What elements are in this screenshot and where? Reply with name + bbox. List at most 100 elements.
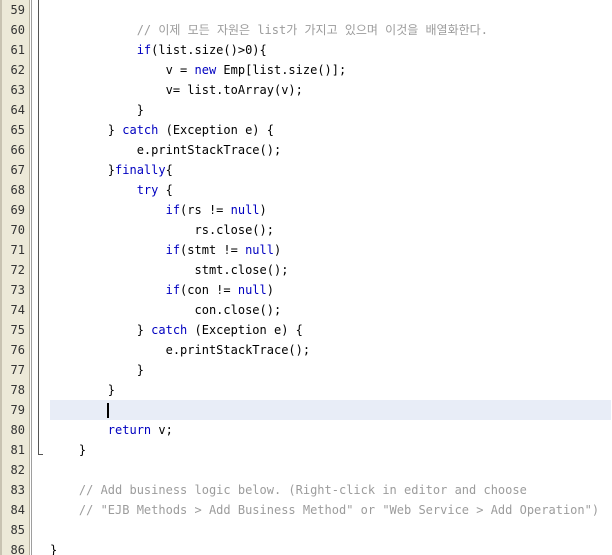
comment-token: // 이제 모든 자원은 list가 가지고 있으며 이것을 배열화한다. bbox=[50, 23, 488, 37]
code-line[interactable]: // 이제 모든 자원은 list가 가지고 있으며 이것을 배열화한다. bbox=[50, 20, 488, 40]
code-line[interactable]: v= list.toArray(v); bbox=[50, 80, 303, 100]
code-token: } bbox=[50, 103, 144, 117]
line-number: 76 bbox=[10, 343, 25, 357]
line-number: 78 bbox=[10, 383, 25, 397]
code-token: v = bbox=[50, 63, 195, 77]
code-token: v; bbox=[151, 423, 173, 437]
code-token: (rs != bbox=[180, 203, 231, 217]
code-token: e.printStackTrace(); bbox=[50, 143, 282, 157]
line-number: 83 bbox=[10, 483, 25, 497]
code-token: (Exception e) { bbox=[187, 323, 303, 337]
line-number: 74 bbox=[10, 303, 25, 317]
keyword-token: if bbox=[165, 283, 181, 297]
code-token: (Exception e) { bbox=[158, 123, 274, 137]
line-number: 63 bbox=[10, 83, 25, 97]
code-text-area[interactable]: // 이제 모든 자원은 list가 가지고 있으며 이것을 배열화한다. if… bbox=[50, 0, 612, 555]
code-token: (stmt != bbox=[180, 243, 246, 257]
line-number: 66 bbox=[10, 143, 25, 157]
keyword-token: return bbox=[107, 423, 152, 437]
code-line[interactable]: }finally{ bbox=[50, 160, 173, 180]
keyword-token: null bbox=[245, 243, 274, 257]
line-number: 85 bbox=[10, 523, 25, 537]
line-number: 80 bbox=[10, 423, 25, 437]
line-number: 61 bbox=[10, 43, 25, 57]
line-number: 62 bbox=[10, 63, 25, 77]
text-caret bbox=[107, 403, 109, 418]
code-token: } bbox=[50, 543, 58, 555]
code-line[interactable]: v = new Emp[list.size()]; bbox=[50, 60, 347, 80]
code-line[interactable]: // "EJB Methods > Add Business Method" o… bbox=[50, 500, 599, 520]
code-line[interactable]: } bbox=[50, 380, 115, 400]
code-token: con.close(); bbox=[50, 303, 282, 317]
line-number: 67 bbox=[10, 163, 25, 177]
code-token: ) bbox=[266, 283, 274, 297]
comment-token: // "EJB Methods > Add Business Method" o… bbox=[50, 503, 600, 517]
keyword-token: catch bbox=[122, 123, 159, 137]
line-number: 82 bbox=[10, 463, 25, 477]
keyword-token: null bbox=[230, 203, 260, 217]
line-number: 71 bbox=[10, 243, 25, 257]
code-token: { bbox=[165, 163, 173, 177]
line-number: 69 bbox=[10, 203, 25, 217]
code-editor[interactable]: // 이제 모든 자원은 list가 가지고 있으며 이것을 배열화한다. if… bbox=[0, 0, 612, 555]
line-number: 64 bbox=[10, 103, 25, 117]
code-token: rs.close(); bbox=[50, 223, 274, 237]
code-token: (list.size()>0){ bbox=[151, 43, 267, 57]
code-line[interactable]: rs.close(); bbox=[50, 220, 274, 240]
code-line[interactable]: } catch (Exception e) { bbox=[50, 120, 274, 140]
keyword-token: if bbox=[165, 243, 181, 257]
code-token: { bbox=[158, 183, 173, 197]
code-token: v= list.toArray(v); bbox=[50, 83, 303, 97]
code-token: ) bbox=[273, 243, 282, 257]
code-line[interactable]: if(rs != null) bbox=[50, 200, 267, 220]
line-number: 79 bbox=[10, 403, 25, 417]
code-line[interactable]: if(con != null) bbox=[50, 280, 274, 300]
code-line[interactable]: } catch (Exception e) { bbox=[50, 320, 303, 340]
line-number: 84 bbox=[10, 503, 25, 517]
fold-range-bar[interactable] bbox=[38, 0, 39, 454]
keyword-token: if bbox=[165, 203, 181, 217]
line-number-gutter[interactable]: 59 60 61 62 63 64 65 66 67 68 69 70 71 72 73 74 75 76 77 78… bbox=[0, 0, 30, 555]
code-token: (con != bbox=[180, 283, 238, 297]
line-number: 81 bbox=[10, 443, 25, 457]
code-line[interactable]: con.close(); bbox=[50, 300, 281, 320]
code-line[interactable]: return v; bbox=[50, 420, 173, 440]
code-line[interactable]: if(stmt != null) bbox=[50, 240, 282, 260]
code-token: } bbox=[50, 123, 123, 137]
code-line[interactable]: } bbox=[50, 440, 86, 460]
keyword-token: new bbox=[194, 63, 217, 77]
code-line[interactable]: e.printStackTrace(); bbox=[50, 340, 311, 360]
line-number: 77 bbox=[10, 363, 25, 377]
code-line[interactable]: if(list.size()>0){ bbox=[50, 40, 267, 60]
keyword-token: try bbox=[136, 183, 159, 197]
line-number: 59 bbox=[10, 3, 25, 17]
code-line[interactable]: e.printStackTrace(); bbox=[50, 140, 282, 160]
line-number: 86 bbox=[10, 543, 25, 555]
line-number: 65 bbox=[10, 123, 25, 137]
code-line[interactable]: } bbox=[50, 540, 57, 555]
code-line[interactable]: stmt.close(); bbox=[50, 260, 288, 280]
code-token: } bbox=[50, 323, 152, 337]
keyword-token: finally bbox=[115, 163, 166, 177]
code-token: e.printStackTrace(); bbox=[50, 343, 311, 357]
code-line[interactable]: // Add business logic below. (Right-clic… bbox=[50, 480, 527, 500]
comment-token: // Add business logic below. (Right-clic… bbox=[50, 483, 527, 497]
line-number: 60 bbox=[10, 23, 25, 37]
line-number: 73 bbox=[10, 283, 25, 297]
code-token: } bbox=[50, 443, 87, 457]
line-number: 70 bbox=[10, 223, 25, 237]
keyword-token: null bbox=[237, 283, 267, 297]
code-fold-margin[interactable] bbox=[31, 0, 50, 555]
code-token: ) bbox=[259, 203, 267, 217]
fold-margin-divider bbox=[31, 0, 32, 555]
keyword-token: if bbox=[136, 43, 152, 57]
code-line[interactable]: } bbox=[50, 100, 144, 120]
code-token: stmt.close(); bbox=[50, 263, 289, 277]
code-line[interactable]: try { bbox=[50, 180, 173, 200]
code-line[interactable]: } bbox=[50, 360, 144, 380]
